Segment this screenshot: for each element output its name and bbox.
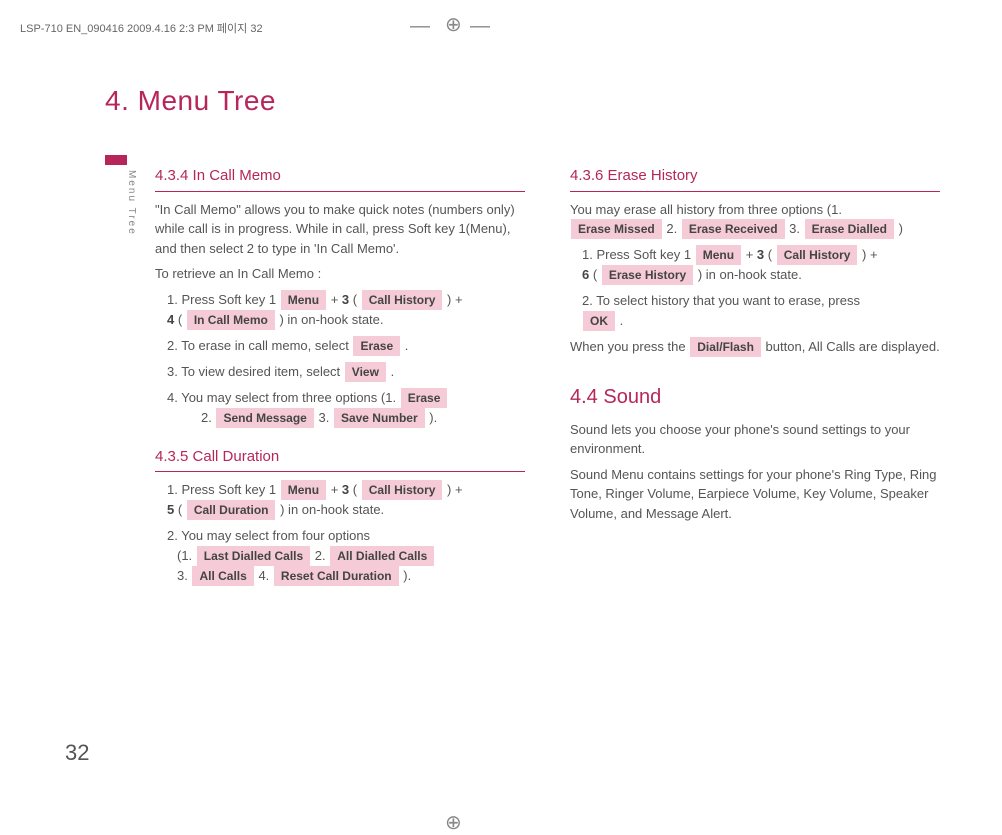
key-6: 6 [582, 267, 589, 282]
text: 2. You may select from four options [167, 528, 370, 543]
text: 2. [315, 548, 329, 563]
call-duration-label: Call Duration [187, 500, 276, 520]
text: ) in on-hook state. [280, 502, 384, 517]
chapter-title: 4. Menu Tree [105, 85, 945, 117]
text: ( [178, 502, 186, 517]
text: + [331, 292, 342, 307]
left-column: 4.3.4 In Call Memo "In Call Memo" allows… [155, 147, 525, 592]
key-3: 3 [342, 292, 349, 307]
right-column: 4.3.6 Erase History You may erase all hi… [570, 147, 940, 592]
text: ) in on-hook state. [698, 267, 802, 282]
menu-button-label-2: Menu [281, 480, 326, 500]
section-44-heading: 4.4 Sound [570, 382, 940, 412]
ok-label: OK [583, 311, 615, 331]
menu-button-label: Menu [281, 290, 326, 310]
section-434-intro: "In Call Memo" allows you to make quick … [155, 200, 525, 259]
s436-step2: 2. To select history that you want to er… [582, 291, 940, 331]
key-4: 4 [167, 312, 174, 327]
erase-missed-label: Erase Missed [571, 219, 662, 239]
text: ). [429, 410, 437, 425]
s436-step1: 1. Press Soft key 1 Menu + 3 ( Call Hist… [582, 245, 940, 285]
s44-p2: Sound Menu contains settings for your ph… [570, 465, 940, 524]
key-5: 5 [167, 502, 174, 517]
text: . [391, 364, 395, 379]
in-call-memo-label: In Call Memo [187, 310, 275, 330]
s436-intro: You may erase all history from three opt… [570, 200, 940, 240]
s435-step2: 2. You may select from four options (1. … [167, 526, 525, 586]
text: 3. To view desired item, select [167, 364, 344, 379]
side-tab-label: Menu Tree [126, 170, 137, 236]
text: ) + [447, 292, 463, 307]
save-number-label: Save Number [334, 408, 425, 428]
text: ( [178, 312, 186, 327]
text: ) in on-hook state. [279, 312, 383, 327]
erase-label-2: Erase [401, 388, 448, 408]
last-dialled-label: Last Dialled Calls [197, 546, 310, 566]
all-dialled-label: All Dialled Calls [330, 546, 434, 566]
text: 3. [789, 221, 803, 236]
text: ). [403, 568, 411, 583]
text: 2. To erase in call memo, select [167, 338, 352, 353]
erase-received-label: Erase Received [682, 219, 785, 239]
call-history-label-3: Call History [777, 245, 858, 265]
text: ( [353, 482, 361, 497]
erase-history-label: Erase History [602, 265, 693, 285]
section-434-retrieve: To retrieve an In Call Memo : [155, 264, 525, 284]
text: You may erase all history from three opt… [570, 202, 842, 217]
text: 2. [201, 410, 215, 425]
text: ( [768, 247, 776, 262]
text: 1. Press Soft key 1 [582, 247, 691, 262]
text: 3. [318, 410, 332, 425]
s44-p1: Sound lets you choose your phone's sound… [570, 420, 940, 459]
text: 1. Press Soft key 1 [167, 292, 276, 307]
text: 2. [666, 221, 680, 236]
text: ( [593, 267, 601, 282]
text: button, All Calls are displayed. [766, 339, 940, 354]
reset-duration-label: Reset Call Duration [274, 566, 399, 586]
text: + [331, 482, 342, 497]
s436-outro: When you press the Dial/Flash button, Al… [570, 337, 940, 357]
text: When you press the [570, 339, 689, 354]
text: 4. [258, 568, 272, 583]
text: ) + [862, 247, 878, 262]
erase-dialled-label: Erase Dialled [805, 219, 894, 239]
text: 4. You may select from three options (1. [167, 390, 400, 405]
text: ) [899, 221, 903, 236]
page-number: 32 [65, 740, 89, 766]
key-3: 3 [757, 247, 764, 262]
side-red-bar [105, 155, 127, 165]
dial-flash-label: Dial/Flash [690, 337, 761, 357]
text: ( [353, 292, 361, 307]
s434-step2: 2. To erase in call memo, select Erase . [167, 336, 525, 356]
s434-step3: 3. To view desired item, select View . [167, 362, 525, 382]
all-calls-label: All Calls [192, 566, 253, 586]
section-436-heading: 4.3.6 Erase History [570, 165, 940, 192]
view-label: View [345, 362, 386, 382]
s434-step1: 1. Press Soft key 1 Menu + 3 ( Call Hist… [167, 290, 525, 330]
call-history-label-2: Call History [362, 480, 443, 500]
text: . [620, 313, 624, 328]
page-content: 4. Menu Tree Menu Tree 4.3.4 In Call Mem… [105, 85, 945, 592]
text: 1. Press Soft key 1 [167, 482, 276, 497]
call-history-label: Call History [362, 290, 443, 310]
menu-button-label-3: Menu [696, 245, 741, 265]
key-3: 3 [342, 482, 349, 497]
text: ) + [447, 482, 463, 497]
section-434-heading: 4.3.4 In Call Memo [155, 165, 525, 192]
send-message-label: Send Message [216, 408, 313, 428]
doc-header-line: LSP-710 EN_090416 2009.4.16 2:3 PM 페이지 3… [20, 20, 263, 36]
text: 3. [177, 568, 191, 583]
text: + [746, 247, 757, 262]
text: . [405, 338, 409, 353]
section-435-heading: 4.3.5 Call Duration [155, 446, 525, 473]
s434-step4: 4. You may select from three options (1.… [167, 388, 525, 428]
erase-label: Erase [353, 336, 400, 356]
text: (1. [177, 548, 196, 563]
s435-step1: 1. Press Soft key 1 Menu + 3 ( Call Hist… [167, 480, 525, 520]
text: 2. To select history that you want to er… [582, 293, 860, 308]
